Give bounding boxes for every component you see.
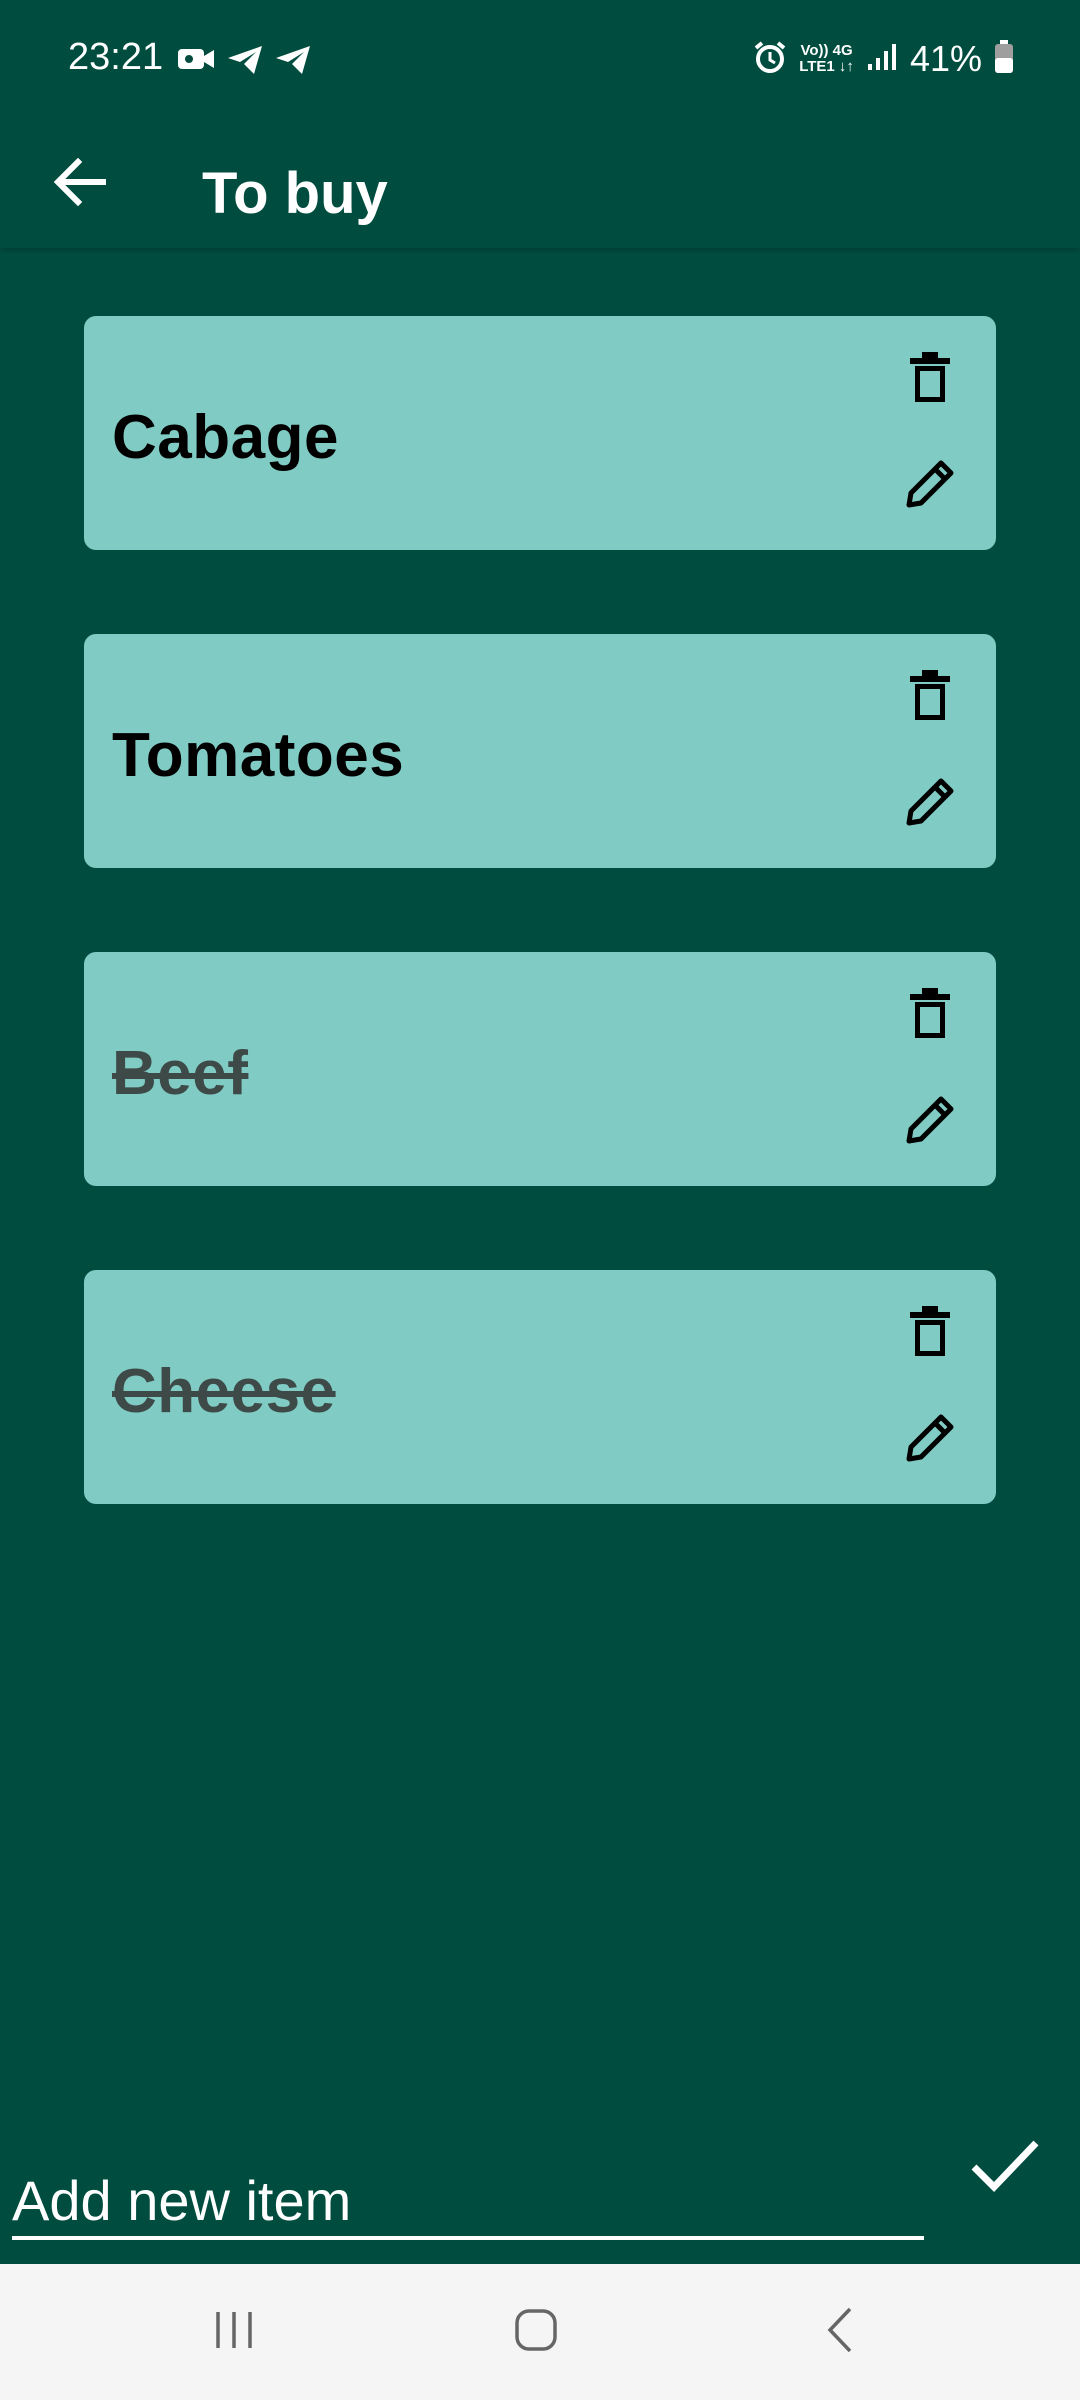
system-nav-bar <box>0 2264 1080 2400</box>
item-list: Cabage Tomatoes Beef Cheese <box>84 316 996 1588</box>
trash-icon <box>908 1305 952 1363</box>
trash-icon <box>908 987 952 1045</box>
telegram-icon <box>274 44 312 81</box>
list-item[interactable]: Cheese <box>84 1270 996 1504</box>
status-right-icons: Vo)) 4G LTE1 ↓↑ 41% <box>753 38 1014 80</box>
arrow-back-icon <box>53 157 107 211</box>
delete-button[interactable] <box>890 340 970 420</box>
edit-button[interactable] <box>890 1400 970 1480</box>
edit-button[interactable] <box>890 764 970 844</box>
pencil-icon <box>903 1411 957 1470</box>
network-indicator: Vo)) 4G LTE1 ↓↑ <box>799 43 854 75</box>
pencil-icon <box>903 457 957 516</box>
pencil-icon <box>903 775 957 834</box>
trash-icon <box>908 669 952 727</box>
list-item[interactable]: Beef <box>84 952 996 1186</box>
video-icon <box>176 44 216 81</box>
list-item[interactable]: Cabage <box>84 316 996 550</box>
delete-button[interactable] <box>890 658 970 738</box>
pencil-icon <box>903 1093 957 1152</box>
edit-button[interactable] <box>890 1082 970 1162</box>
status-time: 23:21 <box>68 36 164 78</box>
alarm-icon <box>753 40 787 79</box>
battery-percent: 41% <box>909 38 982 79</box>
trash-icon <box>908 351 952 409</box>
signal-icon <box>866 42 898 77</box>
status-bar: 23:21 Vo)) 4G LTE1 ↓↑ 41% <box>0 0 1080 120</box>
home-icon <box>512 2306 560 2359</box>
app-bar: To buy <box>0 120 1080 248</box>
confirm-add-button[interactable] <box>960 2122 1050 2212</box>
back-nav-icon <box>822 2305 858 2360</box>
system-back-button[interactable] <box>790 2294 890 2370</box>
status-left-icons <box>176 44 312 81</box>
item-label[interactable]: Tomatoes <box>112 720 404 791</box>
network-top: Vo)) 4G <box>800 42 853 59</box>
delete-button[interactable] <box>890 1294 970 1374</box>
add-item-input[interactable] <box>12 2150 924 2236</box>
item-label[interactable]: Cabage <box>112 402 339 473</box>
battery-icon <box>994 39 1014 79</box>
recents-icon <box>212 2308 256 2357</box>
item-label[interactable]: Beef <box>112 1038 248 1109</box>
add-item-field[interactable] <box>12 2150 924 2240</box>
telegram-icon <box>226 44 264 81</box>
home-button[interactable] <box>486 2294 586 2370</box>
recents-button[interactable] <box>184 2294 284 2370</box>
item-label[interactable]: Cheese <box>112 1356 336 1427</box>
check-icon <box>970 2137 1040 2198</box>
edit-button[interactable] <box>890 446 970 526</box>
back-button[interactable] <box>40 144 120 224</box>
delete-button[interactable] <box>890 976 970 1056</box>
network-bottom: LTE1 ↓↑ <box>799 58 854 75</box>
list-item[interactable]: Tomatoes <box>84 634 996 868</box>
page-title: To buy <box>202 161 388 226</box>
